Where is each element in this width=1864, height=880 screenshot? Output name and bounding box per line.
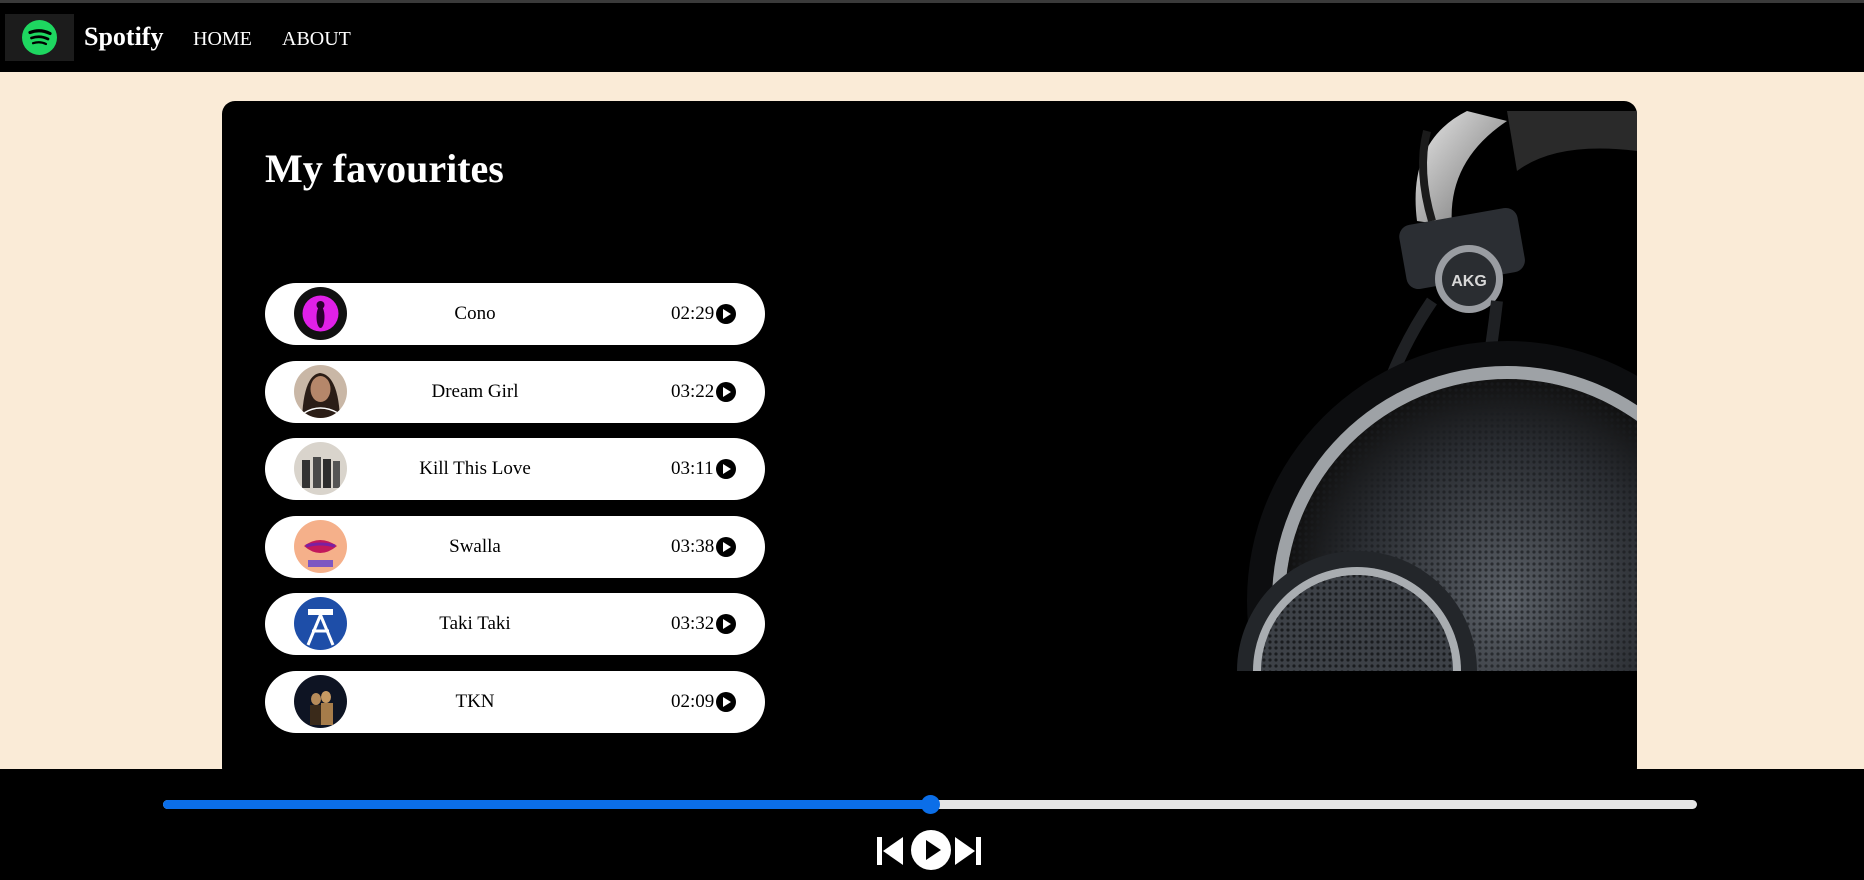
page-title: My favourites: [265, 146, 504, 191]
brand-name[interactable]: Spotify: [84, 22, 163, 52]
song-title: Kill This Love: [419, 458, 531, 479]
play-pause-icon[interactable]: [910, 829, 952, 871]
song-duration: 03:22: [671, 380, 715, 402]
progress-fill: [163, 800, 930, 809]
song-item[interactable]: Kill This Love 03:11: [265, 438, 765, 500]
album-cover: [294, 674, 347, 728]
song-duration: 03:38: [671, 535, 715, 557]
album-cover: [294, 442, 347, 495]
progress-slider[interactable]: [163, 795, 1697, 814]
song-title: Dream Girl: [431, 380, 519, 402]
progress-thumb[interactable]: [921, 795, 940, 814]
song-duration: 02:09: [671, 690, 715, 712]
song-list: Cono 02:29 Dream Girl 03:22 Kill This Lo…: [265, 283, 765, 748]
logo[interactable]: [5, 14, 74, 61]
song-item[interactable]: Swalla 03:38: [265, 515, 765, 578]
album-cover: [294, 287, 347, 340]
song-duration: 03:32: [671, 613, 715, 634]
song-title: Taki Taki: [439, 613, 511, 634]
album-cover: [294, 597, 347, 650]
skip-next-icon[interactable]: [954, 836, 982, 866]
playback-controls: [876, 829, 984, 871]
nav-about-link[interactable]: ABOUT: [282, 27, 351, 51]
play-icon[interactable]: [715, 303, 737, 325]
nav-home-link[interactable]: HOME: [193, 27, 252, 51]
song-title: Swalla: [449, 535, 501, 557]
song-item[interactable]: Taki Taki 03:32: [265, 593, 765, 655]
play-icon[interactable]: [715, 613, 737, 635]
spotify-logo-icon: [22, 20, 57, 55]
play-icon[interactable]: [715, 691, 737, 713]
favourites-panel: AKG My favourites Cono 02:29 Dream Girl …: [222, 101, 1637, 781]
play-icon[interactable]: [715, 458, 737, 480]
headphones-image: AKG: [1237, 111, 1637, 671]
album-cover: [294, 364, 347, 418]
player-bar: [0, 769, 1864, 880]
song-title: Cono: [454, 303, 496, 324]
song-item[interactable]: Cono 02:29: [265, 283, 765, 345]
song-item[interactable]: Dream Girl 03:22: [265, 360, 765, 423]
song-duration: 02:29: [671, 303, 715, 324]
album-cover: [294, 519, 347, 573]
song-item[interactable]: TKN 02:09: [265, 670, 765, 733]
navbar: Spotify HOME ABOUT: [0, 3, 1864, 72]
play-icon[interactable]: [715, 381, 737, 403]
play-icon[interactable]: [715, 536, 737, 558]
song-duration: 03:11: [671, 458, 714, 479]
svg-text:AKG: AKG: [1451, 273, 1487, 290]
skip-previous-icon[interactable]: [876, 836, 904, 866]
song-title: TKN: [455, 690, 495, 712]
